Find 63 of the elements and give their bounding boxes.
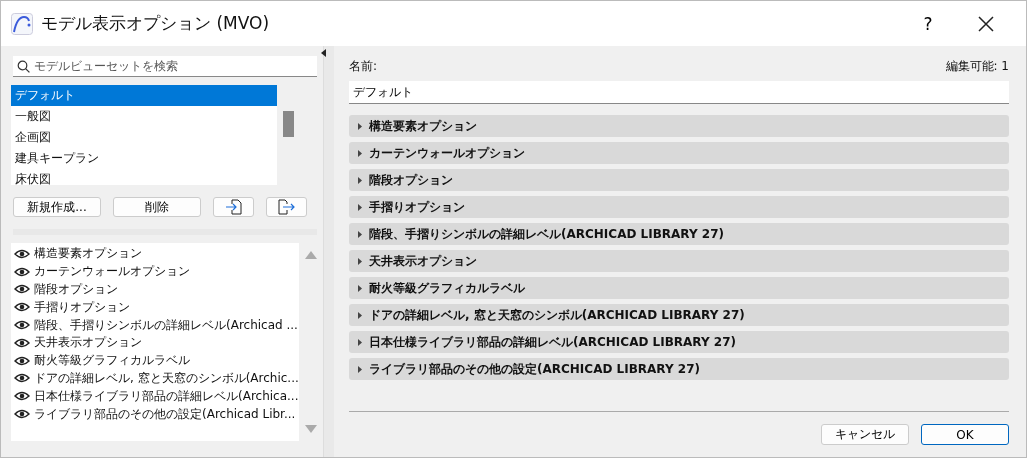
option-label[interactable]: 構造要素オプション [34,245,142,263]
option-label[interactable]: 階段、手摺りシンボルの詳細レベル(Archicad ... [34,316,298,334]
view-set-item[interactable]: 建具キープラン [11,148,277,169]
section-header[interactable]: 手摺りオプション [349,196,1009,218]
eye-icon[interactable] [14,248,30,259]
import-icon [224,199,243,215]
collapse-arrow-icon[interactable] [321,49,326,57]
section-header[interactable]: ライブラリ部品のその他の設定(ARCHICAD LIBRARY 27) [349,358,1009,380]
section-header[interactable]: 耐火等級グラフィカルラベル [349,277,1009,299]
caret-right-icon [357,122,363,130]
delete-button[interactable]: 削除 [113,197,201,217]
caret-right-icon [357,203,363,211]
eye-icon[interactable] [14,355,30,366]
help-button[interactable]: ? [908,5,948,42]
option-label[interactable]: カーテンウォールオプション [34,263,190,281]
section-header[interactable]: 天井表示オプション [349,250,1009,272]
section-header[interactable]: カーテンウォールオプション [349,142,1009,164]
caret-right-icon [357,284,363,292]
section-header[interactable]: 階段オプション [349,169,1009,191]
option-label[interactable]: ドアの詳細レベル, 窓と天窓のシンボル(Archic... [34,369,299,387]
view-set-item[interactable]: 一般図 [11,106,277,127]
view-set-item[interactable]: 企画図 [11,127,277,148]
view-set-item[interactable]: デフォルト [11,85,277,106]
eye-icon[interactable] [14,320,30,331]
section-header[interactable]: 日本仕様ライブラリ部品の詳細レベル(ARCHICAD LIBRARY 27) [349,331,1009,353]
import-button[interactable] [213,197,254,217]
caret-right-icon [357,311,363,319]
option-label[interactable]: ライブラリ部品のその他の設定(Archicad Libr... [34,405,296,423]
app-logo-icon [11,12,33,35]
close-icon [978,15,994,32]
section-header[interactable]: ドアの詳細レベル, 窓と天窓のシンボル(ARCHICAD LIBRARY 27) [349,304,1009,326]
caret-right-icon [357,176,363,184]
name-label: 名前: [349,58,378,75]
new-button[interactable]: 新規作成... [13,197,101,217]
caret-right-icon [357,365,363,373]
eye-icon[interactable] [14,391,30,402]
window-title: モデル表示オプション (MVO) [41,12,271,35]
eye-icon[interactable] [14,337,30,348]
section-header[interactable]: 階段、手摺りシンボルの詳細レベル(ARCHICAD LIBRARY 27) [349,223,1009,245]
name-field[interactable]: デフォルト [349,81,1009,104]
section-header[interactable]: 構造要素オプション [349,115,1009,137]
view-set-item[interactable]: 床伏図 [11,169,277,185]
option-label[interactable]: 天井表示オプション [34,334,142,352]
option-label[interactable]: 日本仕様ライブラリ部品の詳細レベル(Archica... [34,387,299,405]
eye-icon[interactable] [14,409,30,420]
option-label[interactable]: 手摺りオプション [34,298,130,316]
search-field[interactable]: モデルビューセットを検索 [13,56,317,77]
export-icon [276,199,297,215]
eye-icon[interactable] [14,302,30,313]
option-label[interactable]: 階段オプション [34,281,118,298]
caret-right-icon [357,257,363,265]
eye-icon[interactable] [14,284,30,295]
scrollbar-thumb[interactable] [283,111,294,137]
option-label[interactable]: 耐火等級グラフィカルラベル [34,352,190,370]
editable-count: 編集可能: 1 [945,58,1009,75]
cancel-button[interactable]: キャンセル [821,424,909,445]
caret-right-icon [357,338,363,346]
caret-right-icon [357,149,363,157]
eye-icon[interactable] [14,373,30,384]
ok-button[interactable]: OK [921,424,1009,445]
eye-icon[interactable] [14,266,30,277]
caret-right-icon [357,230,363,238]
export-button[interactable] [266,197,307,217]
